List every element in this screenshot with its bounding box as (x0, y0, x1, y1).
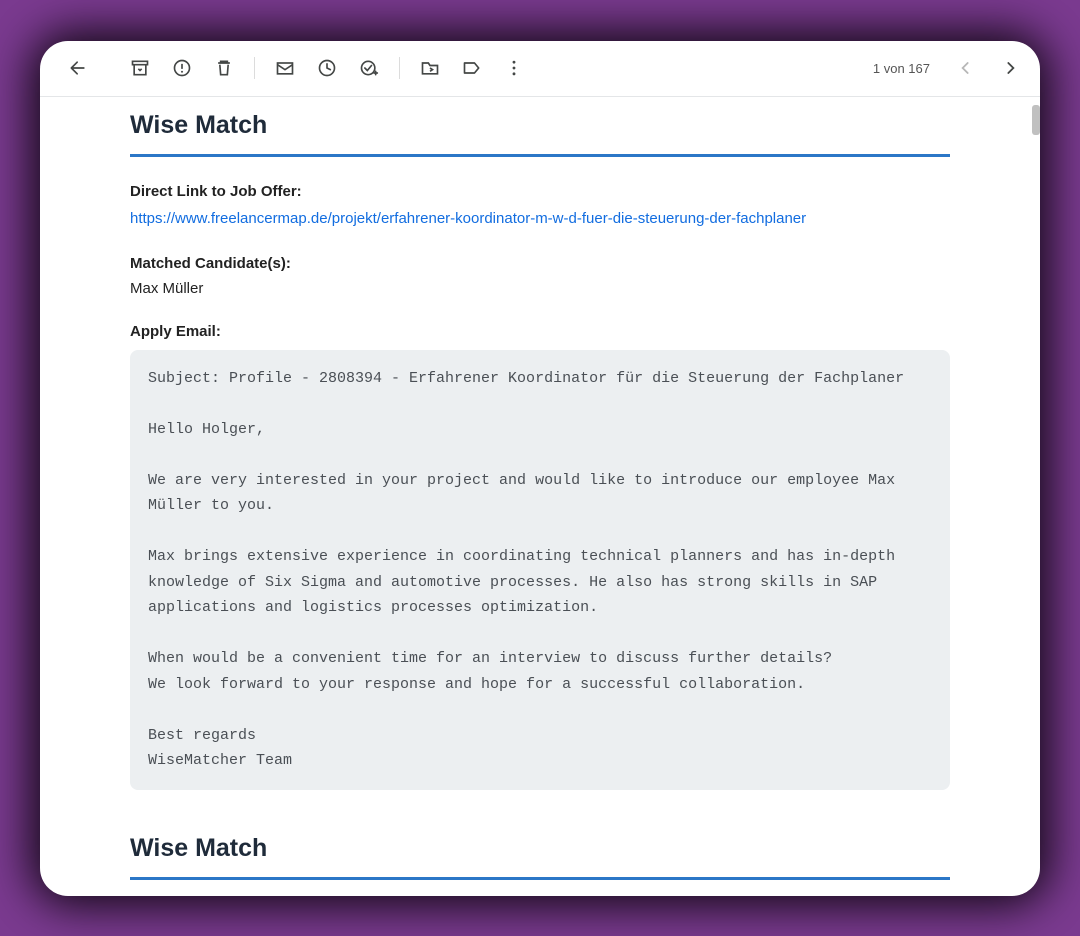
move-folder-icon (420, 58, 440, 78)
report-spam-icon (172, 58, 192, 78)
add-task-icon (359, 58, 379, 78)
section-title: Wise Match (130, 97, 950, 157)
chevron-right-icon (1000, 58, 1020, 78)
next-button[interactable] (990, 48, 1030, 88)
spam-button[interactable] (162, 48, 202, 88)
email-toolbar: 1 von 167 (40, 41, 1040, 97)
scrollbar-thumb[interactable] (1032, 105, 1040, 135)
matched-label: Matched Candidate(s): (130, 255, 950, 272)
back-button[interactable] (58, 48, 98, 88)
section-title: Wise Match (130, 820, 950, 880)
page-counter: 1 von 167 (873, 61, 930, 76)
archive-icon (130, 58, 150, 78)
add-task-button[interactable] (349, 48, 389, 88)
archive-button[interactable] (120, 48, 160, 88)
clock-icon (317, 58, 337, 78)
link-label: Direct Link to Job Offer: (130, 183, 950, 200)
arrow-left-icon (68, 58, 88, 78)
apply-email-label: Apply Email: (130, 323, 950, 340)
more-button[interactable] (494, 48, 534, 88)
mark-unread-button[interactable] (265, 48, 305, 88)
candidate-name: Max Müller (130, 280, 950, 297)
prev-button[interactable] (946, 48, 986, 88)
label-button[interactable] (452, 48, 492, 88)
email-body-scroll[interactable]: Wise Match Direct Link to Job Offer: htt… (40, 97, 1040, 896)
apply-email-body: Subject: Profile - 2808394 - Erfahrener … (130, 350, 950, 790)
delete-button[interactable] (204, 48, 244, 88)
trash-icon (214, 58, 234, 78)
toolbar-separator (254, 57, 255, 79)
label-icon (462, 58, 482, 78)
mail-unread-icon (275, 58, 295, 78)
more-vert-icon (504, 58, 524, 78)
toolbar-separator (399, 57, 400, 79)
snooze-button[interactable] (307, 48, 347, 88)
chevron-left-icon (956, 58, 976, 78)
move-to-button[interactable] (410, 48, 450, 88)
job-offer-link[interactable]: https://www.freelancermap.de/projekt/erf… (130, 208, 950, 229)
email-client-window: 1 von 167 Wise Match Direct Link to Job … (40, 41, 1040, 896)
